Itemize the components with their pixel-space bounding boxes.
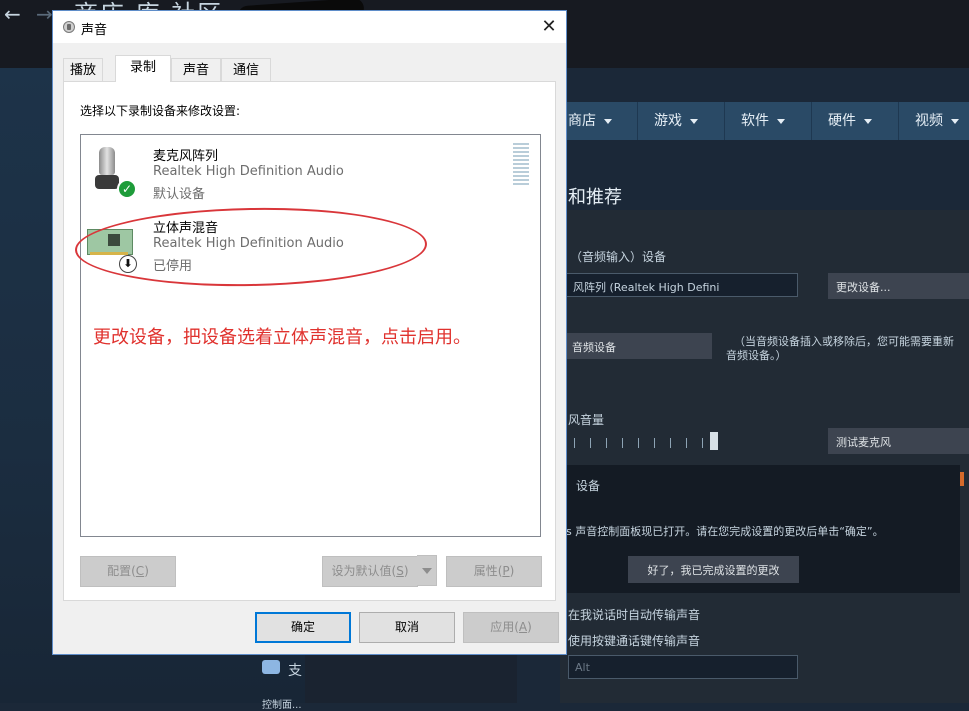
change-device-button[interactable]: 更改设备... [828, 273, 969, 299]
tab-communications[interactable]: 通信 [221, 58, 271, 81]
store-nav-bar: 商店 游戏 软件 硬件 视频 [560, 102, 969, 140]
mic-volume-slider[interactable] [574, 438, 714, 448]
input-device-field: 风阵列 (Realtek High Defini [566, 273, 798, 297]
device-driver: Realtek High Definition Audio [153, 164, 344, 179]
caret-down-icon [951, 118, 959, 124]
tab-sounds[interactable]: 声音 [171, 58, 221, 81]
apply-button[interactable]: 应用(A) [463, 612, 559, 643]
gamepad-icon [262, 660, 280, 674]
set-default-button[interactable]: 设为默认值(S) [322, 556, 418, 587]
sound-dialog: 声音 ✕ 播放 录制 声音 通信 选择以下录制设备来修改设置: ✓ 麦克风阵列 … [52, 10, 567, 655]
dialog-title: 声音 [81, 23, 108, 38]
caret-down-icon [864, 118, 872, 124]
auto-transmit-option[interactable]: 在我说话时自动传输声音 [568, 606, 700, 623]
set-default-dropdown-arrow[interactable] [417, 555, 437, 586]
test-mic-button[interactable]: 测试麦克风 [828, 428, 969, 454]
default-check-icon: ✓ [117, 179, 137, 199]
recording-tab-panel: 选择以下录制设备来修改设置: ✓ 麦克风阵列 Realtek High Defi… [63, 81, 556, 601]
mic-volume-label: 风音量 [568, 413, 605, 427]
caret-down-icon [604, 118, 612, 124]
cancel-button[interactable]: 取消 [359, 612, 455, 643]
instruction-text: 选择以下录制设备来修改设置: [80, 104, 241, 118]
properties-button[interactable]: 属性(P) [446, 556, 542, 587]
mic-volume-slider-handle[interactable] [710, 432, 718, 450]
store-nav-games[interactable]: 游戏 [638, 102, 725, 140]
push-to-talk-key-field[interactable]: Alt [568, 655, 798, 679]
section-title: 和推荐 [568, 187, 622, 208]
store-nav-software[interactable]: 软件 [725, 102, 812, 140]
device-name: 麦克风阵列 [153, 149, 219, 164]
dialog-title-bar: 声音 ✕ [53, 11, 566, 43]
device-item-microphone-array[interactable]: ✓ 麦克风阵列 Realtek High Definition Audio 默认… [81, 145, 511, 207]
input-device-label: （音频输入）设备 [570, 250, 667, 264]
control-panel-notice: s 声音控制面板现已打开。请在您完成设置的更改后单击“确定”。 [566, 525, 884, 538]
tab-recording[interactable]: 录制 [115, 55, 171, 82]
level-meter [513, 143, 529, 187]
scroll-marker [960, 472, 964, 486]
hint-text-2: 音频设备。） [726, 349, 787, 362]
back-arrow-icon[interactable]: ← [4, 2, 21, 26]
store-nav-video[interactable]: 视频 [899, 102, 969, 140]
device-status: 默认设备 [153, 187, 206, 202]
speaker-icon [63, 21, 75, 33]
annotation-text: 更改设备，把设备选着立体声混音，点击启用。 [93, 327, 471, 348]
caret-down-icon [777, 118, 785, 124]
ok-button[interactable]: 确定 [255, 612, 351, 643]
caret-down-icon [690, 118, 698, 124]
store-nav-hardware[interactable]: 硬件 [812, 102, 899, 140]
audio-device-button[interactable]: 音频设备 [564, 333, 712, 359]
done-changes-button[interactable]: 好了，我已完成设置的更改 [628, 556, 799, 583]
left-partial-text: 支 [288, 663, 302, 679]
configure-button[interactable]: 配置(C) [80, 556, 176, 587]
recording-device-list: ✓ 麦克风阵列 Realtek High Definition Audio 默认… [74, 134, 541, 537]
store-nav-store[interactable]: 商店 [560, 102, 638, 140]
push-to-talk-option[interactable]: 使用按键通话键传输声音 [568, 632, 700, 649]
device-label: 设备 [576, 479, 601, 493]
left-partial-text-2: 控制面... [262, 700, 302, 711]
tab-playback[interactable]: 播放 [63, 58, 103, 81]
close-button[interactable]: ✕ [533, 14, 565, 40]
forward-arrow-icon[interactable]: → [36, 2, 53, 26]
